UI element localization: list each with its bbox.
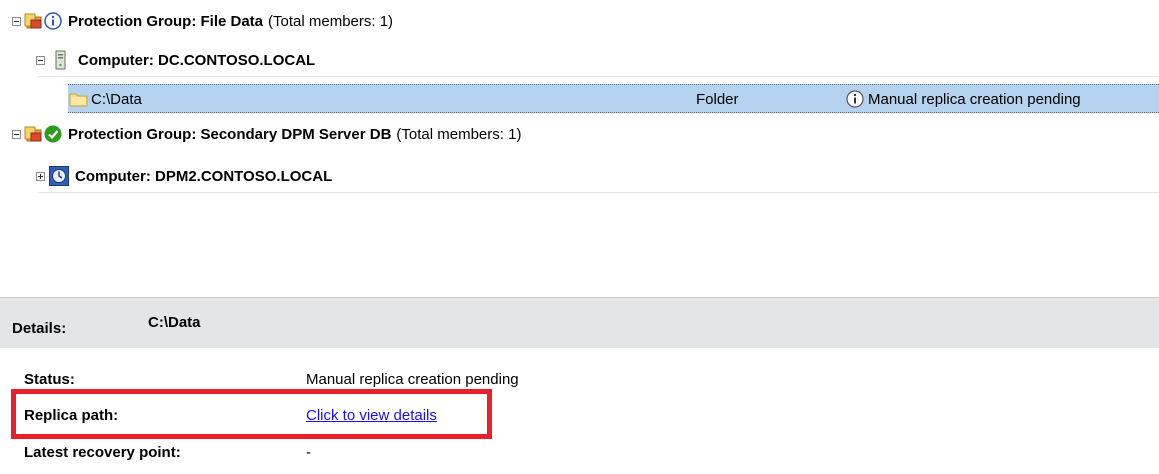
computer-name: Computer: DPM2.CONTOSO.LOCAL: [75, 167, 333, 185]
collapse-icon[interactable]: [36, 55, 45, 65]
tree-row-c-data[interactable]: C:\Data: [69, 87, 142, 111]
info-icon: [846, 90, 864, 108]
expand-icon[interactable]: [36, 171, 45, 181]
item-status: Manual replica creation pending: [868, 90, 1081, 108]
group-title: Protection Group: Secondary DPM Server D…: [68, 125, 392, 143]
collapse-icon[interactable]: [12, 129, 21, 139]
latest-recovery-point-value: -: [306, 444, 311, 461]
folder-icon: [69, 93, 88, 107]
tree-row-group-file-data[interactable]: Protection Group: File Data (Total membe…: [12, 9, 393, 33]
ok-check-icon: [44, 125, 62, 143]
status-value: Manual replica creation pending: [306, 371, 519, 388]
protection-group-icon: [24, 126, 42, 142]
item-name: C:\Data: [91, 90, 142, 108]
group-title: Protection Group: File Data: [68, 12, 264, 30]
dpm-server-icon: [49, 166, 69, 186]
item-type-cell: Folder: [696, 87, 739, 111]
row-divider: [38, 76, 1159, 77]
protection-group-icon: [24, 13, 42, 29]
collapse-icon[interactable]: [12, 16, 21, 26]
details-item-name: C:\Data: [148, 314, 201, 331]
group-member-count: (Total members: 1): [268, 12, 394, 30]
computer-tower-icon: [55, 50, 66, 70]
computer-name: Computer: DC.CONTOSO.LOCAL: [78, 51, 316, 69]
group-member-count: (Total members: 1): [396, 125, 522, 143]
protection-tree: Protection Group: File Data (Total membe…: [0, 0, 1159, 296]
item-status-cell: Manual replica creation pending: [846, 87, 1081, 111]
item-type: Folder: [696, 90, 739, 108]
row-divider: [38, 192, 1159, 193]
latest-recovery-point-label: Latest recovery point:: [24, 444, 181, 461]
tree-row-computer-dc[interactable]: Computer: DC.CONTOSO.LOCAL: [36, 48, 315, 72]
highlight-box: [11, 389, 492, 439]
info-icon: [44, 12, 62, 30]
details-label: Details:: [12, 320, 67, 337]
tree-row-computer-dpm2[interactable]: Computer: DPM2.CONTOSO.LOCAL: [36, 164, 332, 188]
tree-row-group-secondary-dpm[interactable]: Protection Group: Secondary DPM Server D…: [12, 122, 521, 146]
status-label: Status:: [24, 371, 75, 388]
